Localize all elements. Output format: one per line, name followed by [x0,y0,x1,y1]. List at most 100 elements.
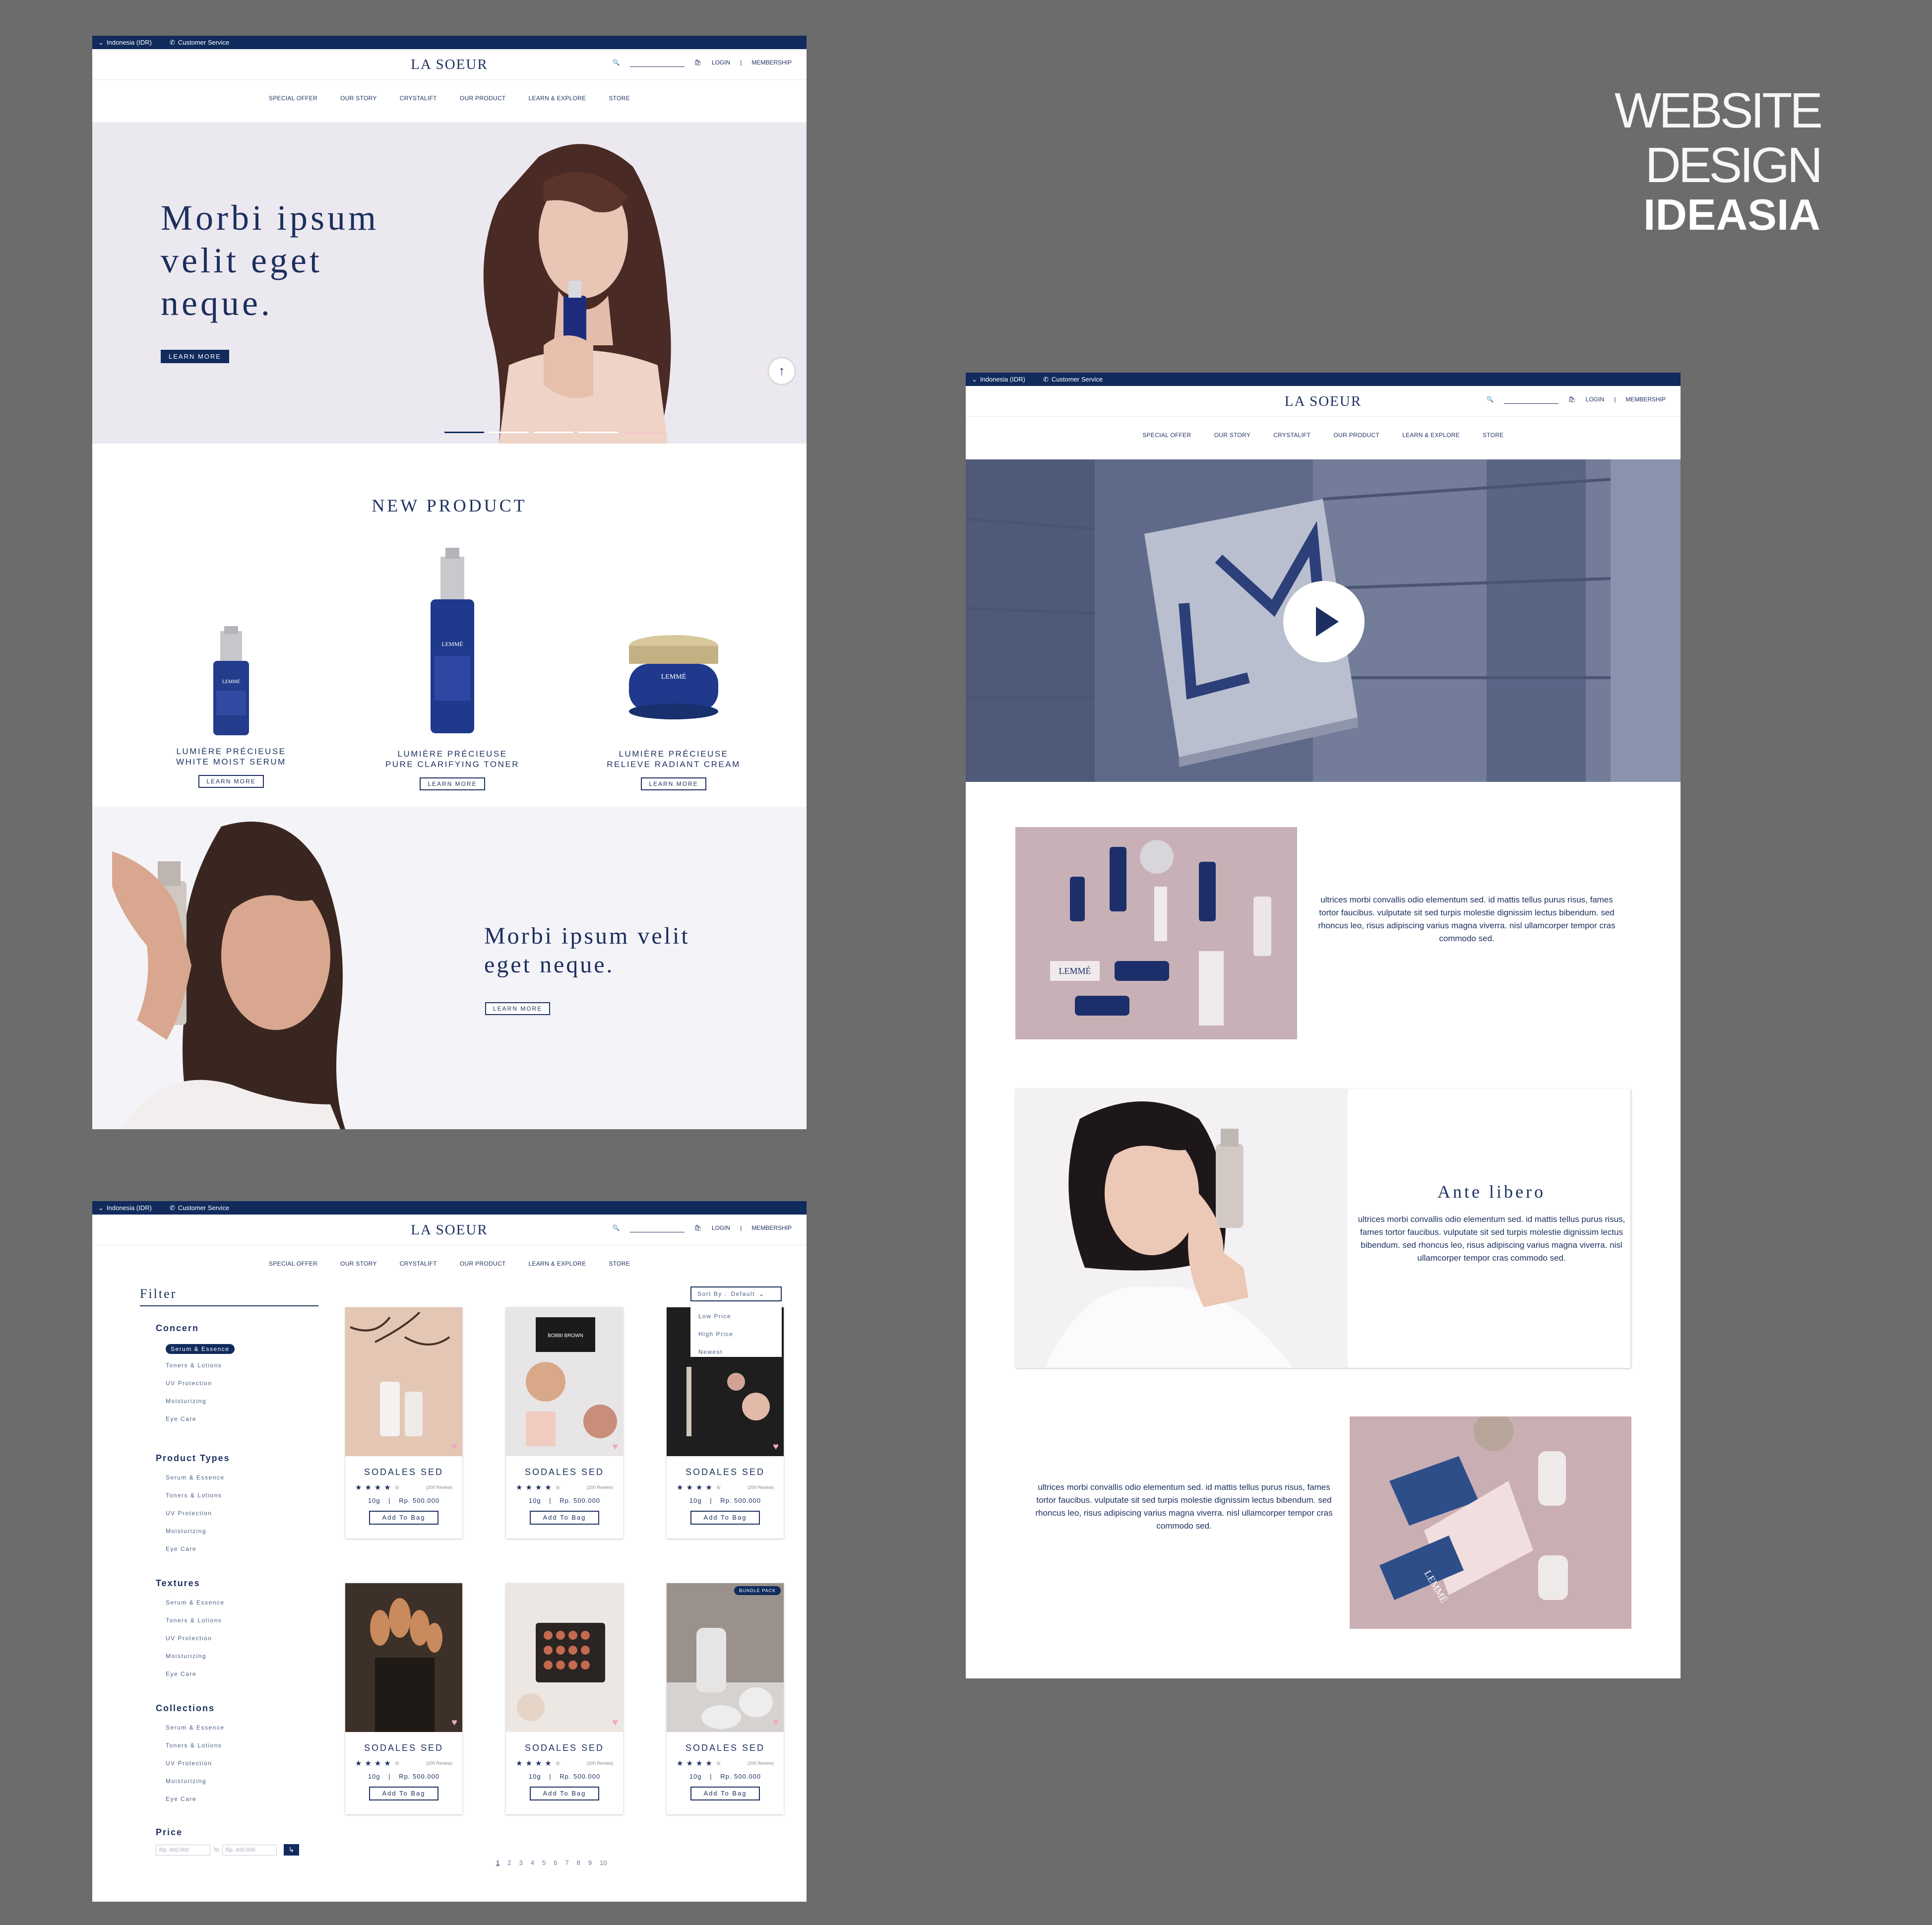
product-name[interactable]: SODALES SED [345,1743,462,1753]
product-card[interactable]: ♥ SODALES SED ★★★★★ (200 Review) 10g | Rp. 5… [345,1583,462,1814]
price-apply-button[interactable]: ↳ [283,1844,300,1856]
filter-item[interactable]: Toners & Lotions [166,1492,222,1499]
carousel-dot[interactable] [534,432,573,433]
search-icon[interactable]: 🔍 [1487,396,1494,403]
nav-crystalift[interactable]: CRYSTALIFT [1273,432,1310,439]
search-input[interactable] [629,58,685,67]
bag-icon[interactable]: 🛍 [694,1224,702,1231]
nav-store[interactable]: STORE [609,95,630,102]
nav-our-story[interactable]: OUR STORY [340,1260,377,1267]
membership-link[interactable]: MEMBERSHIP [1625,396,1666,403]
filter-item[interactable]: Toners & Lotions [166,1362,222,1369]
add-to-bag-button[interactable]: Add To Bag [690,1511,760,1525]
heart-icon[interactable]: ♥ [773,1717,779,1729]
filter-item[interactable]: Moisturizing [166,1778,206,1785]
membership-link[interactable]: MEMBERSHIP [751,1224,792,1231]
filter-item[interactable]: Eye Care [166,1415,196,1422]
filter-item[interactable]: Eye Care [166,1545,196,1552]
nav-special-offer[interactable]: SPECIAL OFFER [1142,432,1191,439]
filter-item[interactable]: Eye Care [166,1670,196,1677]
add-to-bag-button[interactable]: Add To Bag [369,1787,438,1800]
product-serum-learn-more[interactable]: LEARN MORE [198,775,264,788]
login-link[interactable]: LOGIN [712,59,730,66]
search-input[interactable] [629,1223,685,1232]
promo-learn-more-button[interactable]: LEARN MORE [485,1002,551,1015]
nav-our-story[interactable]: OUR STORY [340,95,377,102]
page-link[interactable]: 10 [600,1859,607,1866]
page-link[interactable]: 2 [507,1859,511,1866]
filter-item[interactable]: Serum & Essence [166,1724,225,1731]
page-link[interactable]: 5 [542,1859,546,1866]
carousel-dot[interactable] [444,432,484,433]
product-name[interactable]: SODALES SED [345,1467,462,1477]
nav-learn-explore[interactable]: LEARN & EXPLORE [529,1260,586,1267]
scroll-top-button[interactable]: ↑ [769,358,795,384]
carousel-dot[interactable] [489,432,529,433]
product-name[interactable]: SODALES SED [506,1467,623,1477]
filter-item[interactable]: Serum & Essence [166,1474,225,1481]
filter-item[interactable]: Toners & Lotions [166,1742,222,1749]
nav-crystalift[interactable]: CRYSTALIFT [400,95,437,102]
nav-special-offer[interactable]: SPECIAL OFFER [269,95,317,102]
region-selector[interactable]: ⌄ Indonesia (IDR) [98,1204,152,1212]
page-link[interactable]: 6 [554,1859,557,1866]
product-image[interactable] [345,1583,462,1732]
price-min-input[interactable]: Rp. 400.000 [156,1844,210,1856]
heart-icon[interactable]: ♥ [773,1441,779,1453]
price-max-input[interactable]: Rp. 400.000 [222,1844,277,1856]
filter-item[interactable]: UV Protection [166,1635,212,1642]
bag-icon[interactable]: 🛍 [694,59,702,66]
filter-item-selected[interactable]: Serum & Essence [166,1344,235,1354]
region-selector[interactable]: ⌄ Indonesia (IDR) [972,376,1025,384]
product-image[interactable] [506,1583,623,1732]
filter-item[interactable]: Serum & Essence [166,1599,225,1606]
add-to-bag-button[interactable]: Add To Bag [530,1787,599,1800]
filter-item[interactable]: UV Protection [166,1760,212,1767]
hero-learn-more-button[interactable]: LEARN MORE [161,350,229,363]
product-image[interactable]: BOBBI BROWN [506,1307,623,1456]
sort-dropdown[interactable]: Sort By : Default ⌄ [690,1286,782,1301]
filter-item[interactable]: UV Protection [166,1510,212,1517]
carousel-dot[interactable] [623,432,663,433]
nav-our-story[interactable]: OUR STORY [1214,432,1251,439]
product-name[interactable]: SODALES SED [667,1467,784,1477]
membership-link[interactable]: MEMBERSHIP [751,59,792,66]
product-card[interactable]: ♥ SODALES SED ★★★★★ (200 Review) 10g | Rp. 5… [345,1307,462,1539]
page-link[interactable]: 4 [531,1859,534,1866]
product-toner-learn-more[interactable]: LEARN MORE [420,777,485,790]
filter-item[interactable]: Eye Care [166,1796,196,1802]
nav-our-product[interactable]: OUR PRODUCT [460,1260,506,1267]
bag-icon[interactable]: 🛍 [1568,396,1576,403]
nav-store[interactable]: STORE [1483,432,1504,439]
carousel-dot[interactable] [578,432,618,433]
product-card[interactable]: ♥ BUNDLE PACK SODALES SED ★★★★★ (200 Review)… [667,1583,784,1814]
sort-option-high-price[interactable]: High Price [698,1325,774,1343]
heart-icon[interactable]: ♥ [612,1717,618,1729]
customer-service-link[interactable]: ✆ Customer Service [170,39,229,47]
nav-our-product[interactable]: OUR PRODUCT [460,95,506,102]
product-cream-learn-more[interactable]: LEARN MORE [641,777,706,790]
sort-option-newest[interactable]: Newest [698,1343,774,1361]
customer-service-link[interactable]: ✆ Customer Service [170,1204,229,1212]
nav-crystalift[interactable]: CRYSTALIFT [400,1260,437,1267]
product-card[interactable]: ♥ SODALES SED ★★★★★ (200 Review) 10g | Rp. 5… [506,1583,623,1814]
page-link[interactable]: 3 [519,1859,522,1866]
search-icon[interactable]: 🔍 [613,59,620,66]
page-link[interactable]: 8 [577,1859,580,1866]
heart-icon[interactable]: ♥ [451,1441,457,1453]
filter-item[interactable]: Moisturizing [166,1653,206,1660]
product-image[interactable] [345,1307,462,1456]
filter-item[interactable]: Toners & Lotions [166,1617,222,1624]
add-to-bag-button[interactable]: Add To Bag [690,1787,760,1800]
filter-item[interactable]: Moisturizing [166,1528,206,1535]
product-name[interactable]: SODALES SED [667,1743,784,1753]
product-image[interactable] [667,1583,784,1732]
login-link[interactable]: LOGIN [1586,396,1604,403]
add-to-bag-button[interactable]: Add To Bag [369,1511,438,1525]
search-icon[interactable]: 🔍 [613,1224,620,1231]
play-button[interactable] [1283,581,1365,662]
page-link[interactable]: 1 [496,1859,499,1866]
page-link[interactable]: 9 [588,1859,592,1866]
customer-service-link[interactable]: ✆ Customer Service [1043,376,1103,384]
nav-learn-explore[interactable]: LEARN & EXPLORE [529,95,586,102]
